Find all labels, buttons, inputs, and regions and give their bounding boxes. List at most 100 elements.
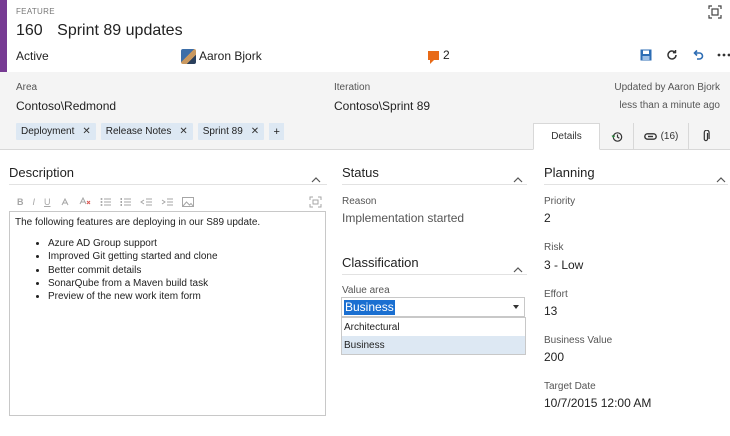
reason-field[interactable]: Implementation started [342, 211, 464, 225]
links-count: (16) [660, 131, 679, 142]
business-value-field[interactable]: 200 [544, 350, 564, 364]
value-area-selected: Business [344, 299, 395, 315]
planning-divider [544, 184, 728, 185]
paperclip-icon [703, 130, 710, 142]
description-title: Description [9, 165, 75, 180]
assigned-to-field[interactable]: Aaron Bjork [181, 47, 262, 65]
tab-details-label: Details [551, 131, 582, 142]
target-date-label: Target Date [544, 381, 596, 392]
iteration-label: Iteration [334, 82, 371, 93]
avatar [181, 48, 196, 64]
description-divider [9, 184, 327, 185]
increase-indent-button[interactable] [161, 196, 173, 207]
tab-attachments[interactable] [688, 123, 722, 150]
tag-release-notes[interactable]: Release Notes ✕ [100, 123, 193, 140]
chevron-down-icon [513, 305, 519, 309]
state-field[interactable]: Active [16, 49, 49, 63]
underline-button[interactable]: U [44, 196, 51, 207]
highlight-icon [61, 197, 68, 205]
effort-label: Effort [544, 289, 568, 300]
description-editor[interactable]: The following features are deploying in … [9, 211, 326, 416]
image-icon [181, 196, 194, 207]
tag-label: Release Notes [105, 126, 172, 137]
work-item-tabs: Details (16) [533, 123, 722, 150]
description-intro: The following features are deploying in … [15, 217, 261, 228]
numbered-list-button[interactable] [120, 196, 131, 207]
effort-field[interactable]: 13 [544, 304, 557, 318]
work-item-type-label: FEATURE [16, 7, 55, 16]
undo-icon [693, 49, 704, 60]
comment-icon [428, 50, 439, 64]
list-item: SonarQube from a Maven build task [48, 277, 320, 290]
numbered-list-icon [120, 197, 131, 206]
risk-field[interactable]: 3 - Low [544, 258, 583, 272]
fullscreen-editor-icon[interactable] [309, 196, 323, 208]
remove-tag-icon[interactable]: ✕ [251, 126, 259, 137]
maximize-icon[interactable] [707, 4, 723, 20]
tag-deployment[interactable]: Deployment ✕ [16, 123, 96, 140]
priority-label: Priority [544, 196, 576, 207]
assigned-to-name: Aaron Bjork [199, 49, 262, 63]
description-feature-list: Azure AD Group support Improved Git gett… [15, 237, 320, 303]
list-item: Improved Git getting started and clone [48, 250, 320, 263]
tab-details[interactable]: Details [533, 123, 600, 150]
reason-label: Reason [342, 196, 377, 207]
increase-indent-icon [161, 198, 173, 205]
planning-title: Planning [544, 165, 595, 180]
tab-links[interactable]: (16) [633, 123, 688, 150]
value-area-select[interactable]: Business [341, 297, 525, 317]
updated-by[interactable]: Updated by Aaron Bjork [614, 82, 720, 93]
tag-label: Sprint 89 [202, 126, 243, 137]
remove-tag-icon[interactable]: ✕ [82, 126, 90, 137]
insert-image-button[interactable] [181, 196, 194, 207]
collapse-status-icon[interactable] [513, 172, 523, 183]
highlight-button[interactable] [60, 196, 70, 207]
list-item: Azure AD Group support [48, 237, 320, 250]
business-value-label: Business Value [544, 335, 613, 346]
editor-toolbar: B I U [17, 196, 194, 207]
bulleted-list-icon [100, 197, 111, 206]
font-color-button[interactable] [79, 196, 91, 207]
value-area-option-business[interactable]: Business [342, 336, 525, 354]
refresh-icon [667, 50, 677, 60]
value-area-option-architectural[interactable]: Architectural [342, 318, 525, 336]
undo-button[interactable] [685, 46, 711, 64]
comment-count: 2 [443, 48, 450, 62]
iteration-field[interactable]: Contoso\Sprint 89 [334, 99, 430, 113]
history-icon [611, 131, 622, 142]
bold-button[interactable]: B [17, 196, 24, 207]
work-item-id: 160 [16, 22, 43, 39]
bulleted-list-button[interactable] [100, 196, 111, 207]
work-item-header: FEATURE 160 Sprint 89 updates Active Aar… [0, 0, 730, 72]
value-area-dropdown: Architectural Business [341, 317, 526, 355]
refresh-button[interactable] [659, 46, 685, 64]
work-item-title[interactable]: Sprint 89 updates [57, 22, 182, 39]
decrease-indent-icon [139, 198, 152, 205]
area-field[interactable]: Contoso\Redmond [16, 99, 116, 113]
priority-field[interactable]: 2 [544, 211, 551, 225]
risk-label: Risk [544, 242, 564, 253]
save-button[interactable] [633, 46, 659, 64]
tag-sprint-89[interactable]: Sprint 89 ✕ [197, 123, 265, 140]
tab-history[interactable] [600, 123, 633, 150]
more-icon [717, 53, 730, 57]
updated-when: less than a minute ago [619, 100, 720, 111]
collapse-planning-icon[interactable] [716, 172, 726, 183]
remove-tag-icon[interactable]: ✕ [179, 126, 187, 137]
italic-button[interactable]: I [33, 196, 36, 207]
more-actions-button[interactable] [711, 46, 730, 64]
work-item-fields-band: Area Contoso\Redmond Iteration Contoso\S… [0, 72, 730, 150]
value-area-label: Value area [342, 285, 390, 296]
status-title: Status [342, 165, 379, 180]
work-item-toolbar [633, 46, 730, 64]
target-date-field[interactable]: 10/7/2015 12:00 AM [544, 396, 651, 410]
collapse-classification-icon[interactable] [513, 262, 523, 273]
comments-indicator[interactable]: 2 [428, 48, 450, 64]
collapse-description-icon[interactable] [311, 172, 321, 183]
updated-by-text: Updated by Aaron Bjork [614, 82, 720, 93]
save-icon [640, 49, 652, 61]
decrease-indent-button[interactable] [139, 196, 152, 207]
font-color-icon [79, 196, 90, 205]
add-tag-button[interactable]: + [269, 123, 285, 140]
tag-label: Deployment [21, 126, 75, 137]
